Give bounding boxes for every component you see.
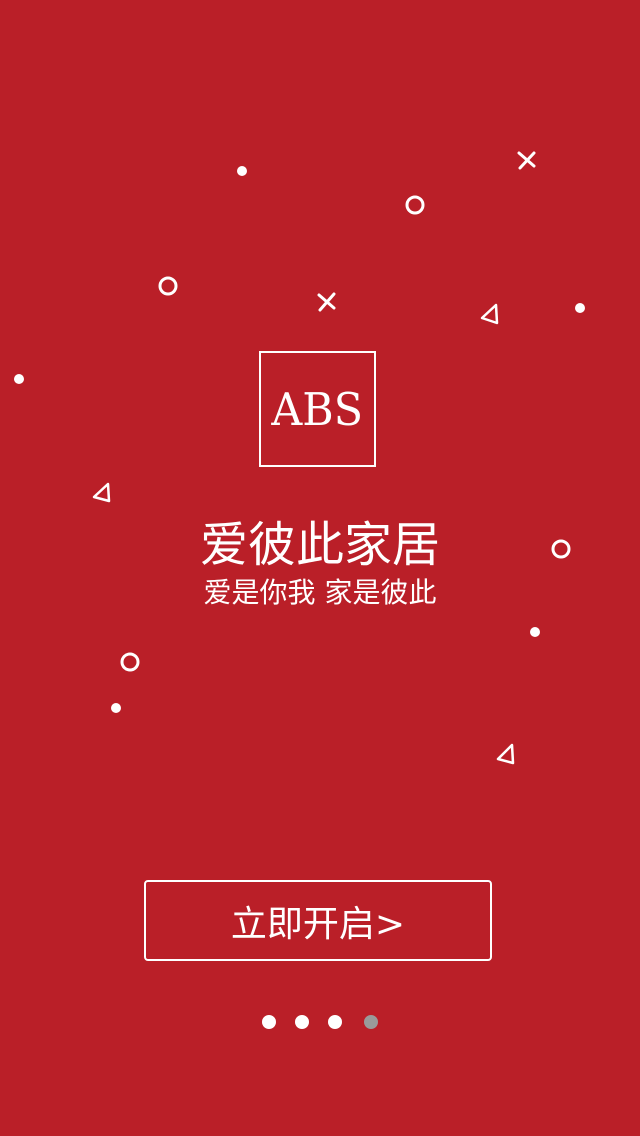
page-dot-1[interactable] [262,1015,276,1029]
start-now-button[interactable]: 立即开启> [144,880,492,961]
ring-icon [405,195,425,215]
page-dot-2[interactable] [295,1015,309,1029]
ring-icon [120,652,140,672]
cross-icon [517,151,536,170]
page-dot-3[interactable] [328,1015,342,1029]
triangle-icon [496,743,515,765]
brand-logo: ABS [259,351,376,467]
cross-icon [317,292,336,312]
app-slogan: 爱是你我 家是彼此 [203,576,437,609]
brand-logo-text: ABS [271,382,364,436]
dot-icon [14,374,24,384]
dot-icon [575,303,585,313]
app-title: 爱彼此家居 [199,517,440,573]
ring-icon [158,276,178,296]
dot-icon [111,703,121,713]
page-dot-4[interactable] [364,1015,378,1029]
dot-icon [530,627,540,637]
splash-screen: ABS 爱彼此家居 爱是你我 家是彼此 立即开启> [0,0,640,1136]
dot-icon [237,166,247,176]
triangle-icon [92,482,111,503]
triangle-icon [480,303,499,325]
